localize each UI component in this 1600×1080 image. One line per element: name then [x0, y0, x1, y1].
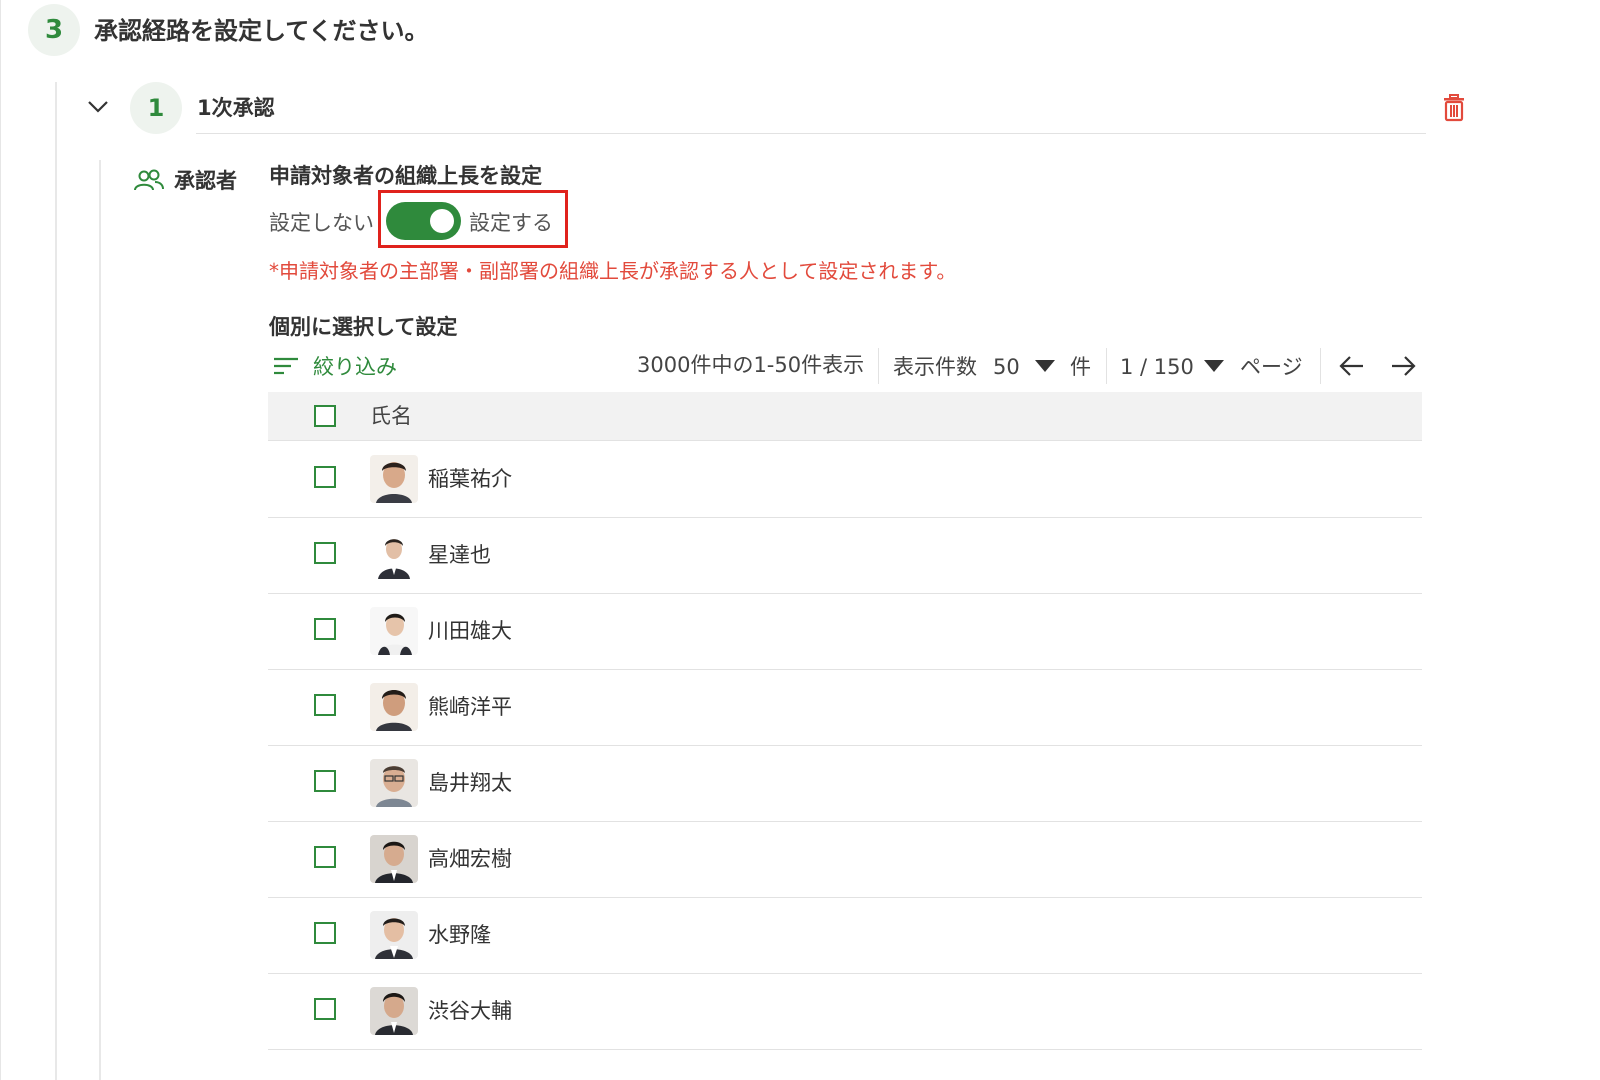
- caret-down-icon[interactable]: [1034, 358, 1056, 374]
- avatar: [370, 987, 418, 1035]
- user-name: 稲葉祐介: [428, 467, 512, 491]
- row-checkbox[interactable]: [314, 542, 336, 564]
- org-head-title: 申請対象者の組織上長を設定: [269, 164, 542, 188]
- row-checkbox[interactable]: [314, 998, 336, 1020]
- toolbar-separator: [1320, 348, 1321, 384]
- toggle-off-label: 設定しない: [269, 211, 374, 235]
- page-unit: ページ: [1240, 355, 1303, 379]
- user-name: 熊崎洋平: [428, 695, 512, 719]
- per-page-label: 表示件数: [893, 355, 977, 379]
- select-all-checkbox[interactable]: [314, 405, 336, 427]
- arrow-right-icon[interactable]: [1389, 354, 1417, 378]
- per-page-select[interactable]: 50: [993, 352, 1020, 382]
- page-left-border: [0, 0, 1, 1080]
- table-row: 高畑宏樹: [268, 821, 1422, 898]
- step-number-badge: 3: [28, 4, 80, 56]
- chevron-down-icon[interactable]: [86, 94, 110, 118]
- page-select[interactable]: 1 / 150: [1120, 352, 1194, 382]
- row-checkbox[interactable]: [314, 618, 336, 640]
- table-row: 島井翔太: [268, 745, 1422, 822]
- table-row: 稲葉祐介: [268, 441, 1422, 518]
- table-row: 星達也: [268, 517, 1422, 594]
- name-column-header: 氏名: [370, 404, 412, 428]
- arrow-left-icon[interactable]: [1338, 354, 1366, 378]
- avatar: [370, 835, 418, 883]
- org-head-note: *申請対象者の主部署・副部署の組織上長が承認する人として設定されます。: [269, 259, 957, 283]
- filter-lines-icon[interactable]: [273, 356, 299, 376]
- avatar: [370, 759, 418, 807]
- per-page-unit: 件: [1070, 355, 1091, 379]
- user-name: 島井翔太: [428, 771, 512, 795]
- table-row: 熊崎洋平: [268, 669, 1422, 746]
- toggle-knob: [430, 209, 454, 233]
- avatar: [370, 911, 418, 959]
- row-checkbox[interactable]: [314, 694, 336, 716]
- step-title: 承認経路を設定してください。: [94, 17, 429, 45]
- step-tree-line: [55, 82, 57, 1080]
- range-indicator: 3000件中の1-50件表示: [637, 353, 865, 377]
- avatar: [370, 531, 418, 579]
- table-row: 渋谷大輔: [268, 973, 1422, 1050]
- avatar: [370, 683, 418, 731]
- avatar: [370, 607, 418, 655]
- user-name: 水野隆: [428, 923, 491, 947]
- stage-tree-line: [99, 160, 101, 1080]
- row-checkbox[interactable]: [314, 466, 336, 488]
- users-icon: [134, 169, 164, 191]
- user-name: 星達也: [428, 543, 491, 567]
- caret-down-icon[interactable]: [1203, 358, 1225, 374]
- toolbar-separator: [878, 348, 879, 384]
- table-row: 水野隆: [268, 897, 1422, 974]
- row-checkbox[interactable]: [314, 846, 336, 868]
- row-checkbox[interactable]: [314, 922, 336, 944]
- user-name: 渋谷大輔: [428, 999, 512, 1023]
- avatar: [370, 455, 418, 503]
- row-checkbox[interactable]: [314, 770, 336, 792]
- table-row: 川田雄大: [268, 593, 1422, 670]
- toggle-on-label: 設定する: [469, 211, 553, 235]
- org-head-toggle[interactable]: [386, 202, 461, 240]
- approver-label: 承認者: [174, 169, 237, 193]
- trash-icon[interactable]: [1441, 94, 1467, 122]
- stage-divider: [196, 133, 1426, 134]
- user-name: 高畑宏樹: [428, 847, 512, 871]
- stage-title: 1次承認: [197, 96, 275, 120]
- toolbar-separator: [1106, 348, 1107, 384]
- filter-button[interactable]: 絞り込み: [313, 352, 397, 382]
- stage-number-badge: 1: [130, 82, 182, 134]
- user-name: 川田雄大: [428, 619, 512, 643]
- individual-title: 個別に選択して設定: [269, 315, 458, 339]
- table-header: 氏名: [268, 392, 1422, 441]
